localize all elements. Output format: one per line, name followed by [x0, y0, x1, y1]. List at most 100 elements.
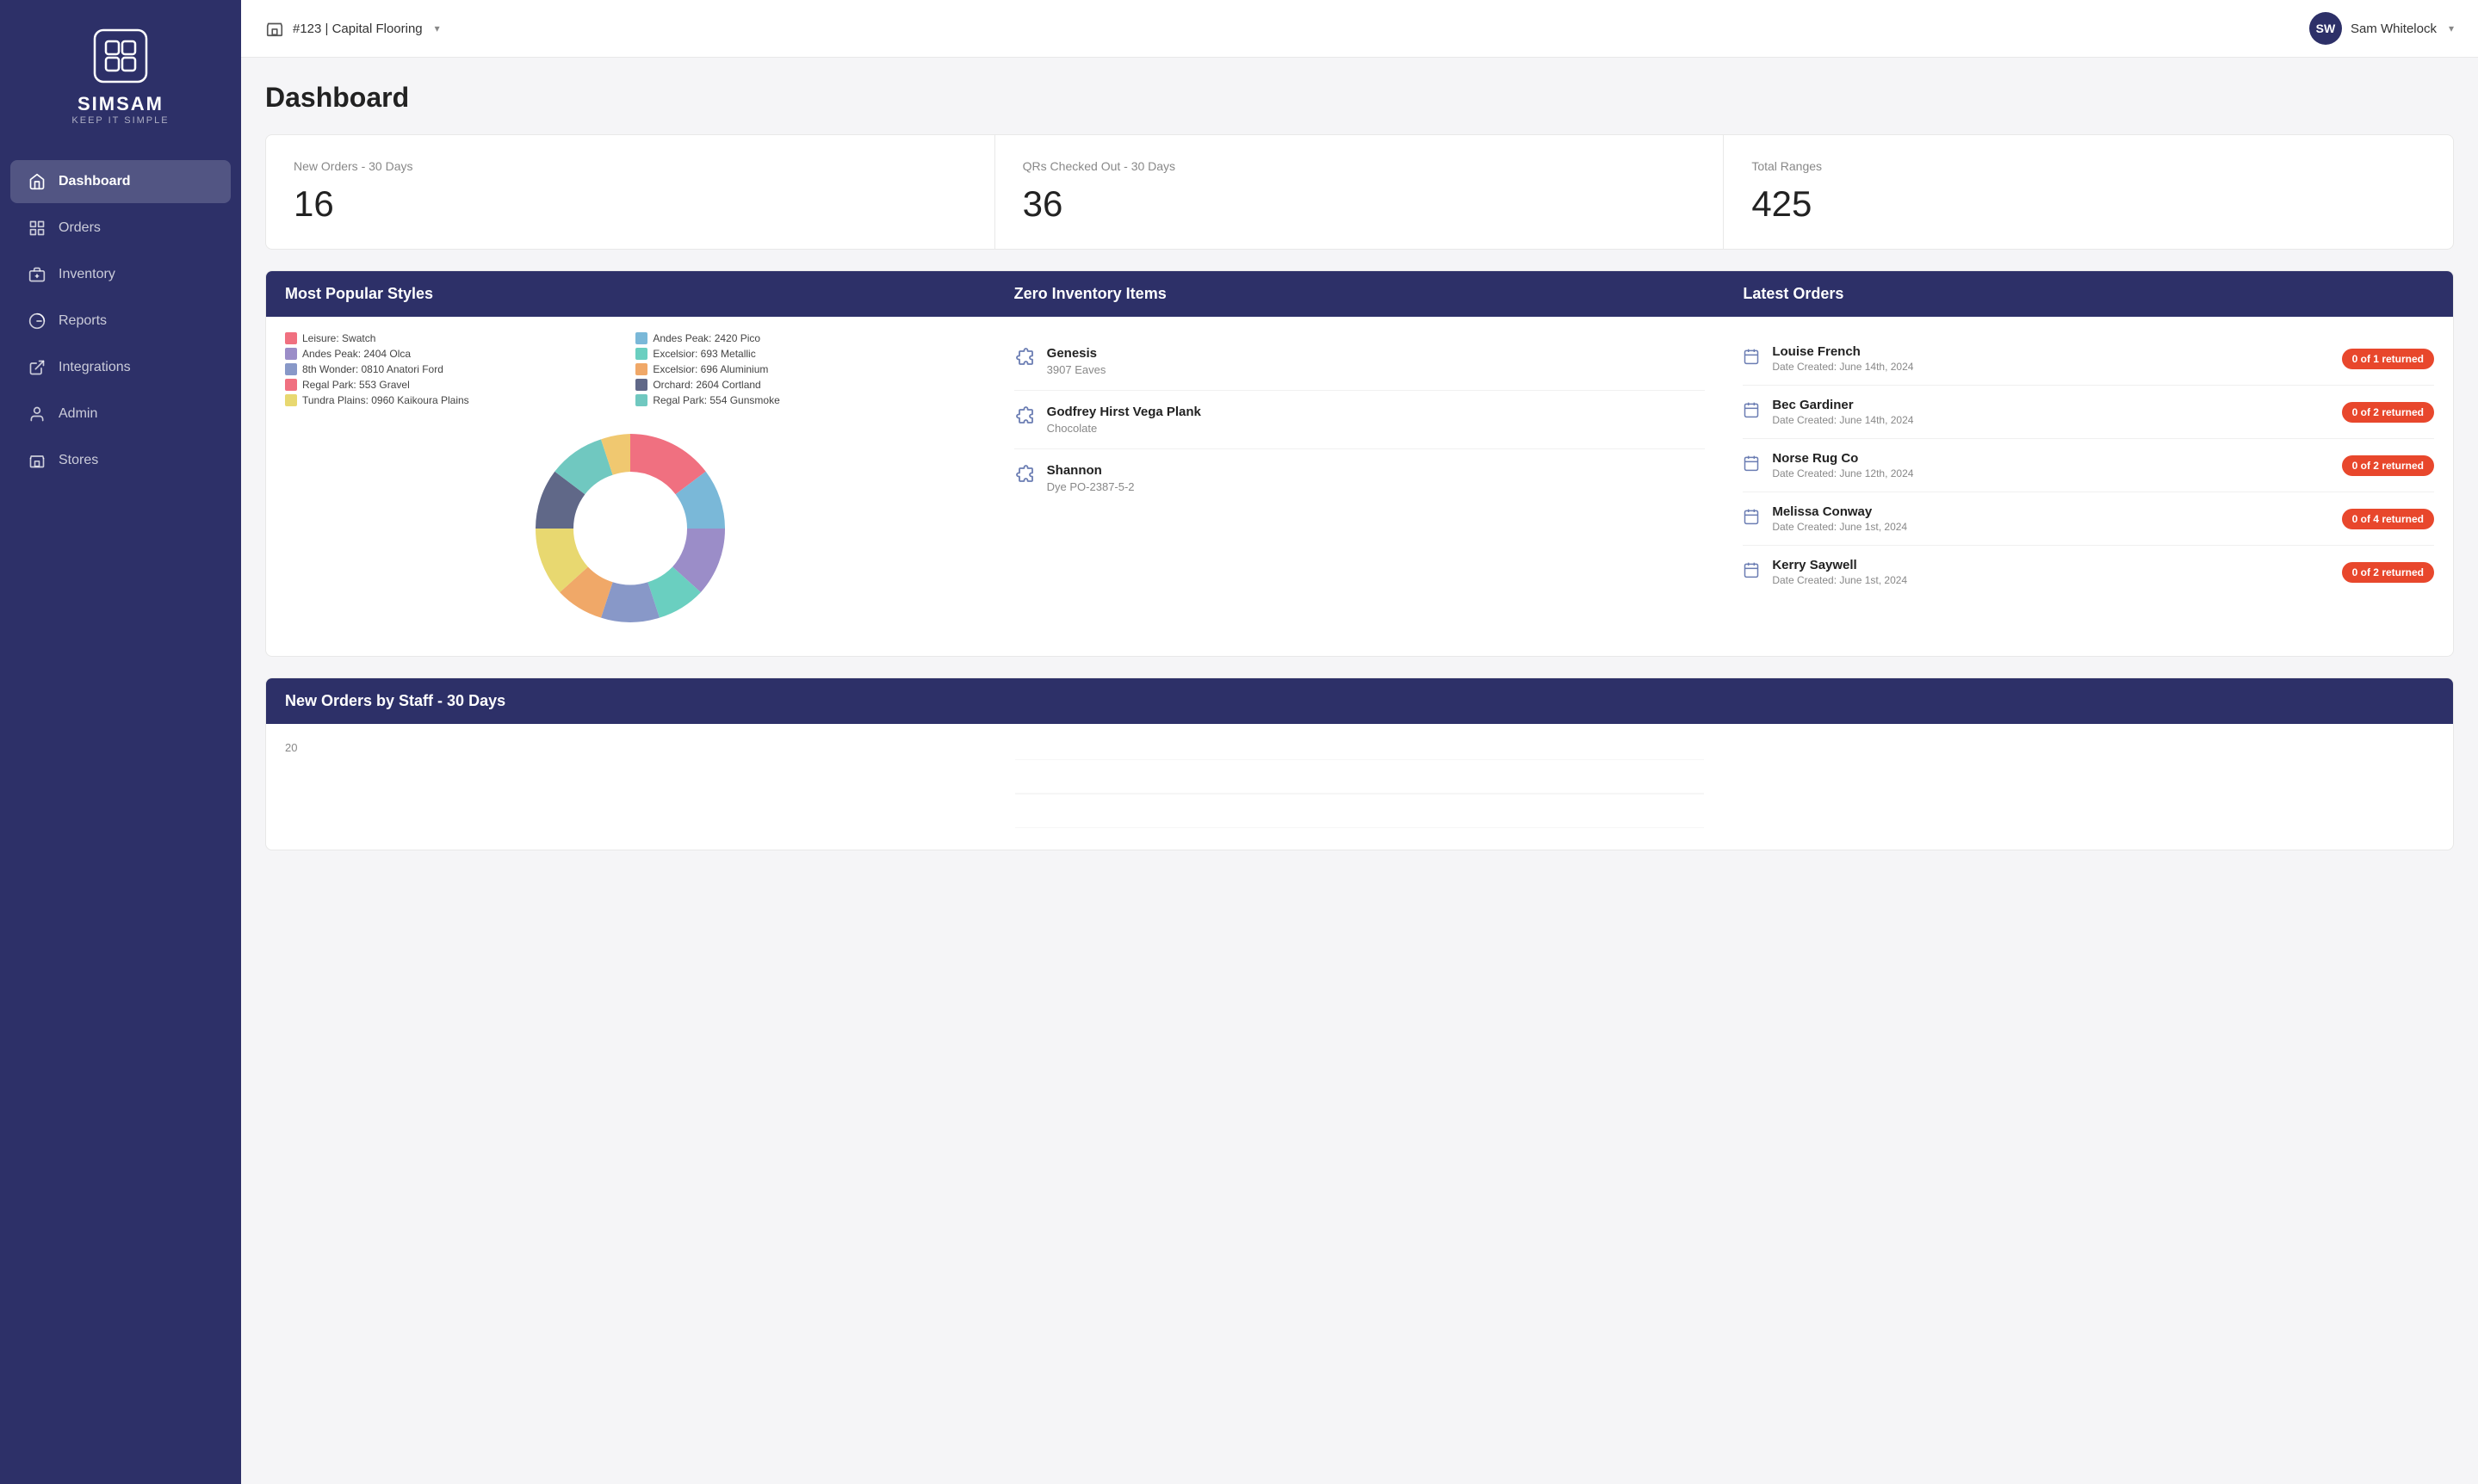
legend-label-7: Orchard: 2604 Cortland: [653, 379, 760, 391]
inv-sub-1: Chocolate: [1047, 422, 1201, 435]
calendar-icon-2: [1743, 454, 1760, 476]
orders-icon: [28, 219, 46, 238]
header: #123 | Capital Flooring ▾ SW Sam Whitelo…: [241, 0, 2478, 58]
legend-dot-0: [285, 332, 297, 344]
order-date-3: Date Created: June 1st, 2024: [1772, 521, 2329, 533]
user-name: Sam Whitelock: [2351, 22, 2437, 36]
legend-label-1: Andes Peak: 2420 Pico: [653, 332, 760, 344]
inventory-icon: [28, 265, 46, 284]
sidebar-item-orders[interactable]: Orders: [10, 207, 231, 250]
stat-value-qr: 36: [1023, 183, 1696, 225]
latest-orders-header: Latest Orders: [1724, 271, 2453, 317]
legend-item-0: Leisure: Swatch: [285, 332, 625, 344]
legend-dot-3: [635, 348, 647, 360]
store-selector[interactable]: #123 | Capital Flooring ▾: [265, 19, 440, 38]
inv-sub-2: Dye PO-2387-5-2: [1047, 480, 1135, 493]
integrations-icon: [28, 358, 46, 377]
legend-grid: Leisure: Swatch Andes Peak: 2420 Pico An…: [285, 332, 976, 406]
user-menu[interactable]: SW Sam Whitelock ▾: [2309, 12, 2454, 45]
sidebar-item-integrations[interactable]: Integrations: [10, 346, 231, 389]
zero-inventory-card: Zero Inventory Items Genesis 3907 Eaves: [995, 271, 1725, 656]
page-body: Dashboard New Orders - 30 Days 16 QRs Ch…: [241, 58, 2478, 875]
order-item-2[interactable]: Norse Rug Co Date Created: June 12th, 20…: [1743, 439, 2434, 492]
order-info-3: Melissa Conway Date Created: June 1st, 2…: [1772, 504, 2329, 533]
sidebar-item-label: Admin: [59, 406, 97, 422]
sidebar-item-label: Dashboard: [59, 174, 131, 189]
order-badge-2: 0 of 2 returned: [2342, 455, 2434, 476]
stat-value-orders: 16: [294, 183, 967, 225]
logo-sub: KEEP IT SIMPLE: [71, 115, 169, 126]
sidebar-item-stores[interactable]: Stores: [10, 439, 231, 482]
order-name-4: Kerry Saywell: [1772, 558, 2329, 572]
order-item-0[interactable]: Louise French Date Created: June 14th, 2…: [1743, 332, 2434, 386]
sidebar-item-label: Orders: [59, 220, 101, 236]
inventory-info-1: Godfrey Hirst Vega Plank Chocolate: [1047, 405, 1201, 435]
order-date-2: Date Created: June 12th, 2024: [1772, 467, 2329, 479]
chevron-down-icon: ▾: [2449, 22, 2454, 34]
inv-name-2: Shannon: [1047, 463, 1135, 478]
sidebar-item-reports[interactable]: Reports: [10, 300, 231, 343]
page-title: Dashboard: [265, 82, 2454, 114]
staff-chart-area: 20: [266, 724, 2453, 850]
sidebar-item-dashboard[interactable]: Dashboard: [10, 160, 231, 203]
legend-item-1: Andes Peak: 2420 Pico: [635, 332, 976, 344]
order-name-1: Bec Gardiner: [1772, 398, 2329, 412]
legend-label-2: Andes Peak: 2404 Olca: [302, 348, 411, 360]
donut-chart: [285, 417, 976, 640]
store-name: #123 | Capital Flooring: [293, 22, 423, 36]
y-axis-label: 20: [285, 741, 2434, 754]
order-date-4: Date Created: June 1st, 2024: [1772, 574, 2329, 586]
staff-orders-card: New Orders by Staff - 30 Days 20: [265, 677, 2454, 850]
legend-label-6: Regal Park: 553 Gravel: [302, 379, 410, 391]
chevron-down-icon: ▾: [435, 22, 440, 34]
order-item-1[interactable]: Bec Gardiner Date Created: June 14th, 20…: [1743, 386, 2434, 439]
legend-item-3: Excelsior: 693 Metallic: [635, 348, 976, 360]
stores-icon: [28, 451, 46, 470]
popular-styles-body: Leisure: Swatch Andes Peak: 2420 Pico An…: [266, 317, 995, 656]
legend-label-5: Excelsior: 696 Aluminium: [653, 363, 768, 375]
puzzle-icon-2: [1014, 465, 1035, 491]
store-icon: [265, 19, 284, 38]
order-name-3: Melissa Conway: [1772, 504, 2329, 519]
avatar: SW: [2309, 12, 2342, 45]
calendar-icon-0: [1743, 348, 1760, 369]
order-badge-4: 0 of 2 returned: [2342, 562, 2434, 583]
legend-label-9: Regal Park: 554 Gunsmoke: [653, 394, 779, 406]
sidebar-item-inventory[interactable]: Inventory: [10, 253, 231, 296]
nav-menu: Dashboard Orders Inventory Reports Integ…: [0, 160, 241, 485]
latest-orders-card: Latest Orders Louise French Date Created…: [1724, 271, 2453, 656]
popular-styles-header: Most Popular Styles: [266, 271, 995, 317]
order-name-2: Norse Rug Co: [1772, 451, 2329, 466]
legend-item-5: Excelsior: 696 Aluminium: [635, 363, 976, 375]
calendar-icon-4: [1743, 561, 1760, 583]
stat-value-ranges: 425: [1751, 183, 2425, 225]
order-info-1: Bec Gardiner Date Created: June 14th, 20…: [1772, 398, 2329, 426]
sidebar-item-admin[interactable]: Admin: [10, 393, 231, 436]
legend-dot-5: [635, 363, 647, 375]
zero-inventory-body: Genesis 3907 Eaves Godfrey Hirst Vega Pl…: [995, 317, 1725, 522]
order-info-2: Norse Rug Co Date Created: June 12th, 20…: [1772, 451, 2329, 479]
stat-card-orders: New Orders - 30 Days 16: [266, 135, 995, 249]
order-item-4[interactable]: Kerry Saywell Date Created: June 1st, 20…: [1743, 546, 2434, 598]
inv-sub-0: 3907 Eaves: [1047, 363, 1106, 376]
sidebar-item-label: Inventory: [59, 267, 115, 282]
legend-label-8: Tundra Plains: 0960 Kaikoura Plains: [302, 394, 469, 406]
legend-dot-7: [635, 379, 647, 391]
staff-orders-header: New Orders by Staff - 30 Days: [266, 678, 2453, 724]
sidebar-item-label: Integrations: [59, 360, 131, 375]
legend-dot-6: [285, 379, 297, 391]
order-info-4: Kerry Saywell Date Created: June 1st, 20…: [1772, 558, 2329, 586]
legend-item-6: Regal Park: 553 Gravel: [285, 379, 625, 391]
admin-icon: [28, 405, 46, 424]
logo-text: SIMSAM: [77, 93, 164, 115]
legend-dot-8: [285, 394, 297, 406]
inventory-info-0: Genesis 3907 Eaves: [1047, 346, 1106, 376]
legend-item-8: Tundra Plains: 0960 Kaikoura Plains: [285, 394, 625, 406]
order-badge-0: 0 of 1 returned: [2342, 349, 2434, 369]
popular-styles-card: Most Popular Styles Leisure: Swatch Ande…: [266, 271, 995, 656]
calendar-icon-3: [1743, 508, 1760, 529]
legend-label-4: 8th Wonder: 0810 Anatori Ford: [302, 363, 443, 375]
zero-inventory-header: Zero Inventory Items: [995, 271, 1725, 317]
order-item-3[interactable]: Melissa Conway Date Created: June 1st, 2…: [1743, 492, 2434, 546]
stat-label-orders: New Orders - 30 Days: [294, 159, 967, 173]
